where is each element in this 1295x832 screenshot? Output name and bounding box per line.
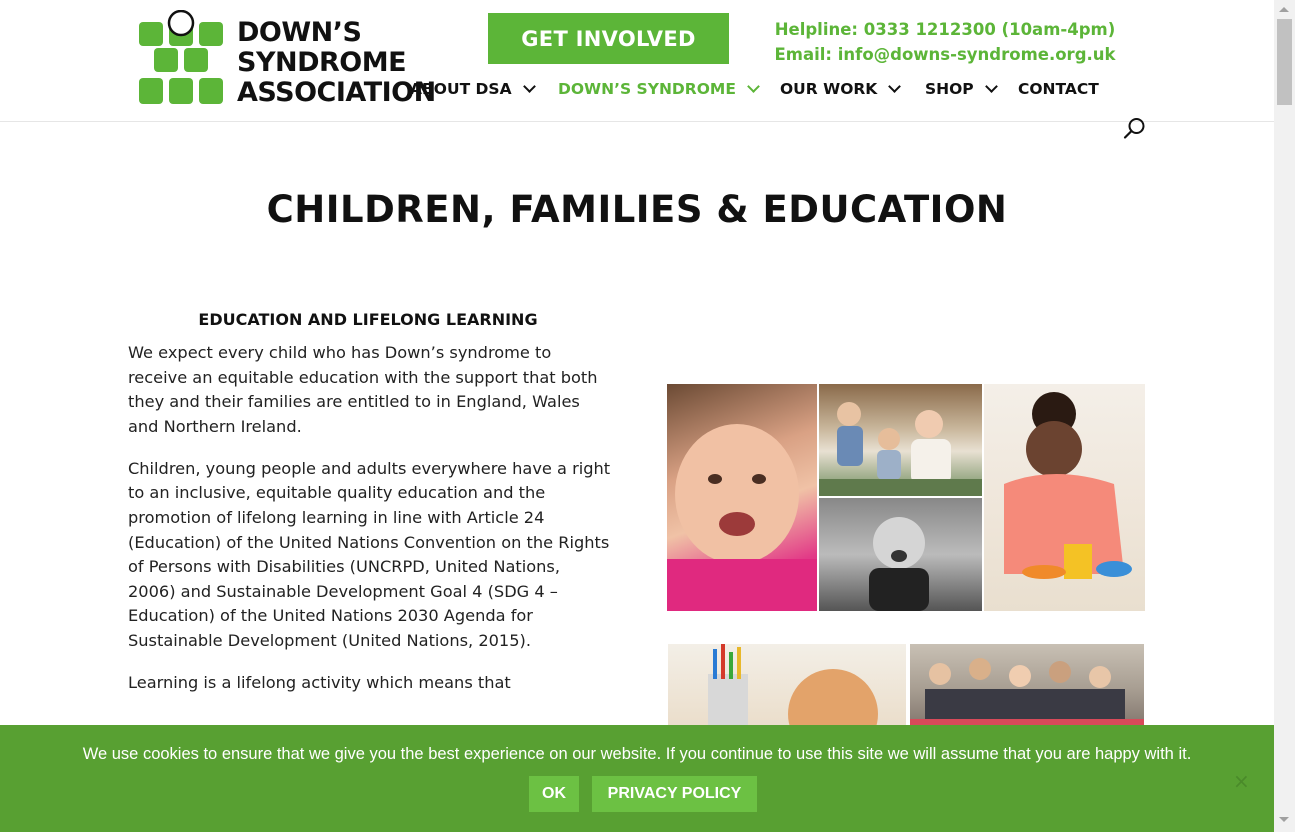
- logo-line-3: ASSOCIATION: [237, 77, 436, 108]
- contact-info: Helpline: 0333 1212300 (10am-4pm) Email:…: [760, 17, 1130, 67]
- nav-item-our-work[interactable]: OUR WORK: [780, 80, 902, 98]
- page-title: CHILDREN, FAMILIES & EDUCATION: [266, 188, 1008, 231]
- paragraph: Children, young people and adults everyw…: [128, 458, 611, 651]
- photo-child-pencils: [668, 644, 906, 734]
- nav-item-contact[interactable]: CONTACT: [1018, 80, 1099, 98]
- nav-item-downs-syndrome[interactable]: DOWN’S SYNDROME: [558, 80, 760, 98]
- logo-mark-icon: [139, 10, 223, 104]
- logo-wordmark: DOWN’S SYNDROME ASSOCIATION: [237, 18, 436, 108]
- photo-girl-playdough: [984, 384, 1145, 611]
- get-involved-button[interactable]: GET INVOLVED: [488, 13, 729, 64]
- photo-collage-2: [668, 644, 1144, 734]
- paragraph: Learning is a lifelong activity which me…: [128, 673, 511, 693]
- body-text: We expect every child who has Down’s syn…: [128, 341, 612, 713]
- chevron-down-icon: [747, 80, 760, 93]
- nav-item-shop[interactable]: SHOP: [925, 80, 998, 98]
- chevron-down-icon: [522, 80, 536, 93]
- logo-line-2: SYNDROME: [237, 47, 407, 78]
- photo-collage: [667, 384, 1145, 611]
- nav-item-about-dsa[interactable]: ABOUT DSA: [410, 80, 536, 98]
- nav-item-label: SHOP: [925, 80, 974, 98]
- nav-item-label: OUR WORK: [780, 80, 878, 98]
- photo-children-playing: [819, 384, 982, 496]
- helpline-link[interactable]: Helpline: 0333 1212300 (10am-4pm): [760, 17, 1130, 42]
- photo-baby-smiling: [667, 384, 817, 611]
- close-icon[interactable]: ×: [1233, 769, 1250, 793]
- photo-group-adults: [910, 644, 1144, 734]
- nav-item-label: ABOUT DSA: [410, 80, 512, 98]
- section-heading: EDUCATION AND LIFELONG LEARNING: [198, 310, 538, 329]
- nav-item-label: DOWN’S SYNDROME: [558, 80, 736, 98]
- scrollbar-thumb[interactable]: [1277, 19, 1292, 105]
- search-icon[interactable]: [1123, 117, 1147, 141]
- cookie-banner: We use cookies to ensure that we give yo…: [0, 725, 1274, 832]
- site-header: DOWN’S SYNDROME ASSOCIATION GET INVOLVED…: [0, 0, 1274, 122]
- paragraph: We expect every child who has Down’s syn…: [128, 343, 598, 436]
- photo-toddler-bw: [819, 498, 982, 611]
- cookie-message: We use cookies to ensure that we give yo…: [82, 745, 1192, 763]
- scroll-down-arrow[interactable]: [1279, 817, 1289, 822]
- privacy-policy-button[interactable]: PRIVACY POLICY: [592, 776, 757, 812]
- scroll-up-arrow[interactable]: [1279, 7, 1289, 12]
- nav-item-label: CONTACT: [1018, 80, 1099, 98]
- scrollbar[interactable]: [1274, 0, 1295, 832]
- chevron-down-icon: [984, 80, 998, 93]
- chevron-down-icon: [888, 80, 902, 93]
- logo-line-1: DOWN’S: [237, 17, 362, 48]
- cookie-ok-button[interactable]: OK: [529, 776, 579, 812]
- email-link[interactable]: Email: info@downs-syndrome.org.uk: [760, 42, 1130, 67]
